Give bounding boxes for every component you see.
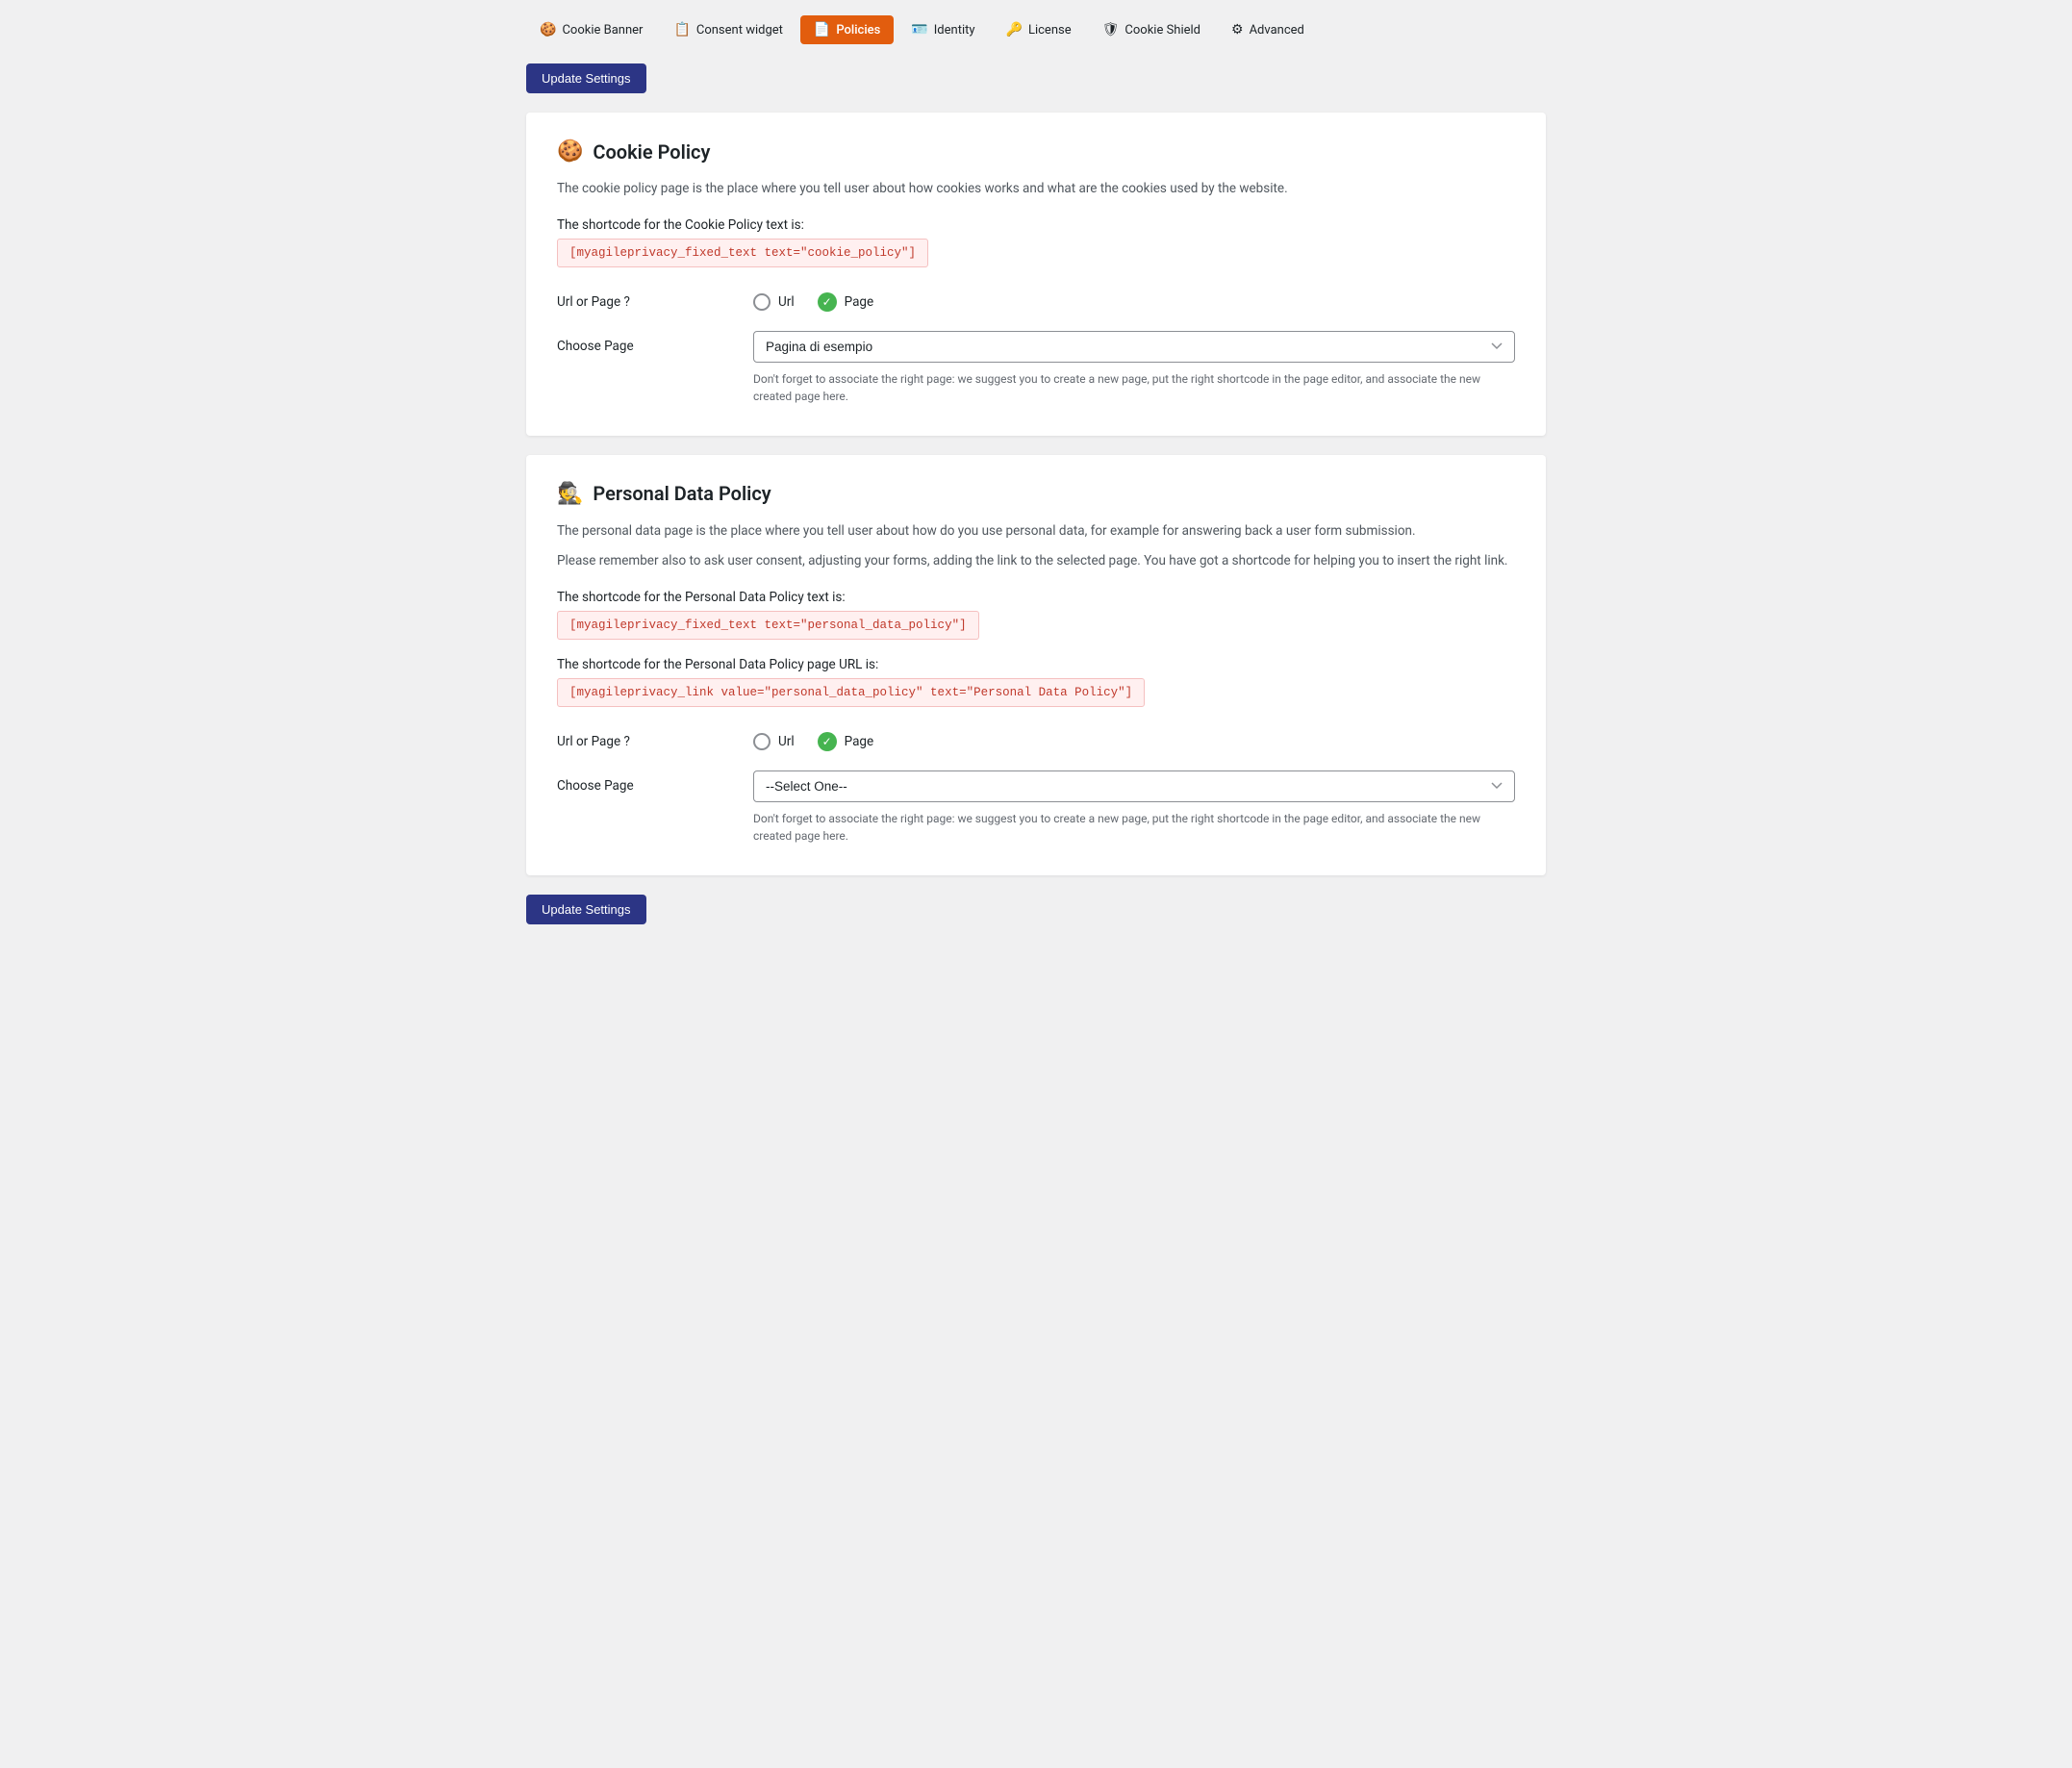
personal-data-policy-page-label: Page [845, 734, 874, 749]
cookie-policy-page-circle: ✓ [818, 292, 837, 312]
cookie-policy-choose-right: Pagina di esempio Don't forget to associ… [753, 331, 1515, 405]
tab-cookie-shield-label: Cookie Shield [1124, 23, 1200, 38]
tab-cookie-banner[interactable]: 🍪 Cookie Banner [526, 15, 656, 44]
personal-data-policy-description1: The personal data page is the place wher… [557, 521, 1515, 543]
cookie-policy-url-label: Url [778, 294, 795, 310]
personal-data-policy-shortcode-url-label: The shortcode for the Personal Data Poli… [557, 657, 1515, 672]
personal-data-policy-shortcode-text-label: The shortcode for the Personal Data Poli… [557, 590, 1515, 605]
update-settings-button-top[interactable]: Update Settings [526, 63, 646, 93]
cookie-policy-page-select[interactable]: Pagina di esempio [753, 331, 1515, 363]
tab-cookie-banner-label: Cookie Banner [562, 23, 643, 38]
consent-widget-icon: 📋 [673, 22, 690, 38]
cookie-policy-title: 🍪 Cookie Policy [557, 139, 1515, 164]
cookie-policy-radio-group: Url ✓ Page [753, 292, 873, 312]
personal-data-policy-url-circle [753, 733, 771, 750]
cookie-policy-shortcode: [myagileprivacy_fixed_text text="cookie_… [557, 239, 928, 267]
cookie-policy-select-hint: Don't forget to associate the right page… [753, 370, 1515, 405]
license-icon: 🔑 [1006, 22, 1023, 38]
cookie-policy-url-circle [753, 293, 771, 311]
personal-data-policy-choose-right: --Select One-- Don't forget to associate… [753, 770, 1515, 845]
tab-consent-widget-label: Consent widget [696, 23, 783, 38]
personal-data-policy-radio-group: Url ✓ Page [753, 732, 873, 751]
identity-icon: 🪪 [911, 22, 927, 38]
personal-data-policy-page-select[interactable]: --Select One-- [753, 770, 1515, 802]
personal-data-policy-page-radio[interactable]: ✓ Page [818, 732, 874, 751]
update-settings-button-bottom[interactable]: Update Settings [526, 895, 646, 924]
cookie-policy-shortcode-label: The shortcode for the Cookie Policy text… [557, 217, 1515, 233]
cookie-policy-card: 🍪 Cookie Policy The cookie policy page i… [526, 113, 1546, 436]
cookie-policy-page-label: Page [845, 294, 874, 310]
tab-advanced[interactable]: ⚙ Advanced [1218, 15, 1318, 44]
cookie-policy-icon: 🍪 [557, 139, 583, 164]
cookie-shield-icon: 🛡 [1102, 22, 1120, 38]
personal-data-policy-url-radio[interactable]: Url [753, 733, 795, 750]
personal-data-policy-shortcode-text: [myagileprivacy_fixed_text text="persona… [557, 611, 979, 640]
personal-data-policy-shortcode-url: [myagileprivacy_link value="personal_dat… [557, 678, 1145, 707]
personal-data-policy-icon: 🕵️ [557, 482, 583, 506]
tab-license-label: License [1028, 23, 1072, 38]
personal-data-policy-page-circle: ✓ [818, 732, 837, 751]
tab-policies[interactable]: 📄 Policies [800, 15, 894, 44]
cookie-policy-url-or-page-label: Url or Page ? [557, 294, 730, 310]
tab-identity[interactable]: 🪪 Identity [897, 15, 988, 44]
advanced-icon: ⚙ [1231, 22, 1244, 38]
personal-data-policy-url-or-page-row: Url or Page ? Url ✓ Page [557, 732, 1515, 751]
personal-data-policy-url-or-page-label: Url or Page ? [557, 734, 730, 749]
tab-license[interactable]: 🔑 License [993, 15, 1085, 44]
personal-data-policy-choose-row: Choose Page --Select One-- Don't forget … [557, 770, 1515, 845]
cookie-banner-icon: 🍪 [540, 22, 556, 38]
personal-data-policy-url-label: Url [778, 734, 795, 749]
personal-data-policy-select-hint: Don't forget to associate the right page… [753, 810, 1515, 845]
personal-data-policy-choose-label: Choose Page [557, 770, 730, 794]
cookie-policy-description: The cookie policy page is the place wher… [557, 179, 1515, 200]
personal-data-policy-description2: Please remember also to ask user consent… [557, 551, 1515, 572]
tab-navigation: 🍪 Cookie Banner 📋 Consent widget 📄 Polic… [526, 15, 1546, 44]
cookie-policy-page-radio[interactable]: ✓ Page [818, 292, 874, 312]
tab-advanced-label: Advanced [1250, 23, 1304, 38]
cookie-policy-url-or-page-row: Url or Page ? Url ✓ Page [557, 292, 1515, 312]
cookie-policy-choose-row: Choose Page Pagina di esempio Don't forg… [557, 331, 1515, 405]
tab-policies-label: Policies [836, 23, 880, 38]
tab-consent-widget[interactable]: 📋 Consent widget [660, 15, 796, 44]
personal-data-policy-card: 🕵️ Personal Data Policy The personal dat… [526, 455, 1546, 875]
personal-data-policy-checkmark: ✓ [818, 732, 837, 751]
personal-data-policy-title: 🕵️ Personal Data Policy [557, 482, 1515, 506]
cookie-policy-checkmark: ✓ [818, 292, 837, 312]
tab-identity-label: Identity [934, 23, 975, 38]
cookie-policy-choose-label: Choose Page [557, 331, 730, 354]
policies-icon: 📄 [814, 22, 830, 38]
cookie-policy-url-radio[interactable]: Url [753, 293, 795, 311]
tab-cookie-shield[interactable]: 🛡 Cookie Shield [1089, 15, 1214, 44]
